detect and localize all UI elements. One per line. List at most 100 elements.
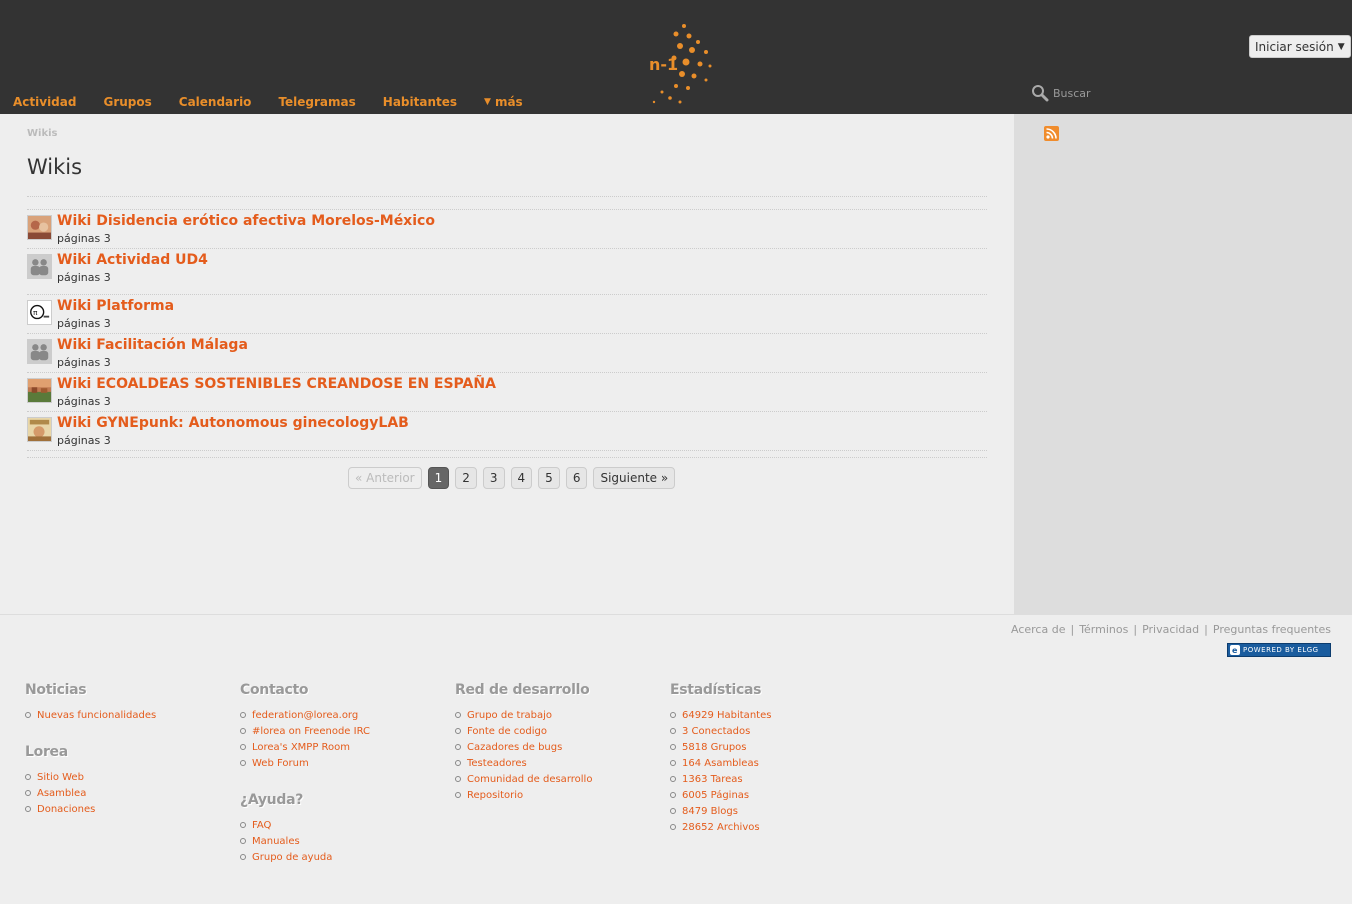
bullet-icon xyxy=(240,838,246,844)
pagination-prev: « Anterior xyxy=(348,467,422,489)
group-avatar[interactable] xyxy=(27,417,52,442)
footer-link-about[interactable]: Acerca de xyxy=(1011,623,1065,636)
footer-link-faq[interactable]: Preguntas frequentes xyxy=(1213,623,1331,636)
footer-list-item[interactable]: Web Forum xyxy=(240,755,370,771)
footer-link-privacy[interactable]: Privacidad xyxy=(1142,623,1199,636)
footer-list-item[interactable]: Grupo de ayuda xyxy=(240,849,332,865)
footer-list-item[interactable]: 1363 Tareas xyxy=(670,771,771,787)
footer-list-item[interactable]: FAQ xyxy=(240,817,332,833)
footer-list-item[interactable]: #lorea on Freenode IRC xyxy=(240,723,370,739)
login-button[interactable]: Iniciar sesión ▼ xyxy=(1249,35,1351,58)
powered-by-elgg-badge[interactable]: e POWERED BY ELGG xyxy=(1227,643,1331,657)
pagination-page[interactable]: 6 xyxy=(565,467,588,489)
wiki-title-link[interactable]: Wiki Platforma xyxy=(57,298,174,314)
bullet-icon xyxy=(240,822,246,828)
pagination-page[interactable]: 2 xyxy=(455,467,477,489)
footer-list-item[interactable]: Manuales xyxy=(240,833,332,849)
bullet-icon xyxy=(670,728,676,734)
pagination-page[interactable]: 5 xyxy=(538,467,560,489)
bullet-icon xyxy=(455,744,461,750)
list-divider xyxy=(27,197,987,210)
list-divider xyxy=(27,451,987,458)
footer-link-separator: | xyxy=(1070,623,1075,636)
bullet-icon xyxy=(25,712,31,718)
wiki-title-link[interactable]: Wiki Facilitación Málaga xyxy=(57,337,248,353)
wiki-title-link[interactable]: Wiki Actividad UD4 xyxy=(57,252,208,268)
nav-actividad[interactable]: Actividad xyxy=(13,95,76,109)
footer-list-item[interactable]: 64929 Habitantes xyxy=(670,707,771,723)
footer-list-item[interactable]: Grupo de trabajo xyxy=(455,707,592,723)
footer-list-item[interactable]: 28652 Archivos xyxy=(670,819,771,835)
nav-habitantes[interactable]: Habitantes xyxy=(383,95,457,109)
footer-list-item[interactable]: Asamblea xyxy=(25,785,95,801)
footer-links: Acerca de | Términos | Privacidad | Preguntas … xyxy=(1011,623,1331,636)
page-title: Wikis xyxy=(27,155,83,179)
footer-divider xyxy=(0,614,1352,615)
footer-list-item[interactable]: Donaciones xyxy=(25,801,95,817)
footer-list-item[interactable]: 5818 Grupos xyxy=(670,739,771,755)
list-item: π Wiki Platforma páginas 3 xyxy=(27,295,987,334)
pagination-page[interactable]: 3 xyxy=(482,467,505,489)
footer-list-item[interactable]: Sitio Web xyxy=(25,769,95,785)
wiki-title-link[interactable]: Wiki GYNEpunk: Autonomous ginecologyLAB xyxy=(57,415,409,431)
elgg-icon: e xyxy=(1230,645,1240,655)
list-item: Wiki GYNEpunk: Autonomous ginecologyLAB … xyxy=(27,412,987,451)
footer-list-item[interactable]: Nuevas funcionalidades xyxy=(25,707,156,723)
nav-telegramas[interactable]: Telegramas xyxy=(278,95,355,109)
default-group-avatar[interactable] xyxy=(27,339,52,364)
n1-logo[interactable]: n-1 xyxy=(646,22,718,108)
footer-column-noticias: Noticias Nuevas funcionalidades xyxy=(25,682,156,723)
footer-list-item[interactable]: Cazadores de bugs xyxy=(455,739,592,755)
footer-column-title: Estadísticas xyxy=(670,682,762,698)
bullet-icon xyxy=(240,760,246,766)
footer-list-item[interactable]: Testeadores xyxy=(455,755,592,771)
pagination-page[interactable]: 4 xyxy=(510,467,533,489)
default-group-avatar[interactable] xyxy=(27,254,52,279)
bullet-icon xyxy=(455,712,461,718)
svg-text:π: π xyxy=(33,308,38,317)
bullet-icon xyxy=(670,744,676,750)
group-avatar[interactable]: π xyxy=(27,300,52,325)
list-item: Wiki ECOALDEAS SOSTENIBLES CREANDOSE EN … xyxy=(27,373,987,412)
footer-list-item[interactable]: Fonte de codigo xyxy=(455,723,592,739)
footer-list-item[interactable]: Repositorio xyxy=(455,787,592,803)
search-input[interactable] xyxy=(1053,86,1213,100)
footer-list-item[interactable]: 6005 Páginas xyxy=(670,787,771,803)
wiki-title-link[interactable]: Wiki ECOALDEAS SOSTENIBLES CREANDOSE EN … xyxy=(57,376,496,392)
footer-column-contacto: Contacto federation@lorea.org #lorea on … xyxy=(240,682,370,771)
footer-list-item[interactable]: federation@lorea.org xyxy=(240,707,370,723)
footer-list-item[interactable]: 3 Conectados xyxy=(670,723,771,739)
rss-icon[interactable] xyxy=(1044,126,1059,141)
footer-column-ayuda: ¿Ayuda? FAQ Manuales Grupo de ayuda xyxy=(240,792,332,865)
group-avatar[interactable] xyxy=(27,378,52,403)
footer-column-title: ¿Ayuda? xyxy=(240,792,304,808)
bullet-icon xyxy=(455,776,461,782)
search-box xyxy=(1031,84,1213,102)
footer-column-red-desarrollo: Red de desarrollo Grupo de trabajo Fonte… xyxy=(455,682,592,803)
bullet-icon xyxy=(240,744,246,750)
bullet-icon xyxy=(25,806,31,812)
pagination-page[interactable]: 1 xyxy=(427,467,450,489)
wiki-page-count: páginas 3 xyxy=(57,317,111,330)
breadcrumb[interactable]: Wikis xyxy=(27,128,58,139)
nav-grupos[interactable]: Grupos xyxy=(103,95,151,109)
bullet-icon xyxy=(455,728,461,734)
pagination-next[interactable]: Siguiente » xyxy=(593,467,676,489)
main-nav: Actividad Grupos Calendario Telegramas H… xyxy=(13,95,550,109)
nav-calendario[interactable]: Calendario xyxy=(179,95,252,109)
footer-link-terms[interactable]: Términos xyxy=(1079,623,1128,636)
bullet-icon xyxy=(240,854,246,860)
bullet-icon xyxy=(670,776,676,782)
group-avatar[interactable] xyxy=(27,215,52,240)
footer-column-title: Contacto xyxy=(240,682,309,698)
footer-list-item[interactable]: 164 Asambleas xyxy=(670,755,771,771)
bullet-icon xyxy=(670,712,676,718)
footer-link-separator: | xyxy=(1133,623,1138,636)
wiki-title-link[interactable]: Wiki Disidencia erótico afectiva Morelos… xyxy=(57,213,435,229)
footer-list-item[interactable]: Lorea's XMPP Room xyxy=(240,739,370,755)
footer-list-item[interactable]: 8479 Blogs xyxy=(670,803,771,819)
nav-more[interactable]: ▼ más xyxy=(484,95,523,109)
footer-link-separator: | xyxy=(1204,623,1208,636)
footer-list-item[interactable]: Comunidad de desarrollo xyxy=(455,771,592,787)
footer-column-title: Noticias xyxy=(25,682,87,698)
